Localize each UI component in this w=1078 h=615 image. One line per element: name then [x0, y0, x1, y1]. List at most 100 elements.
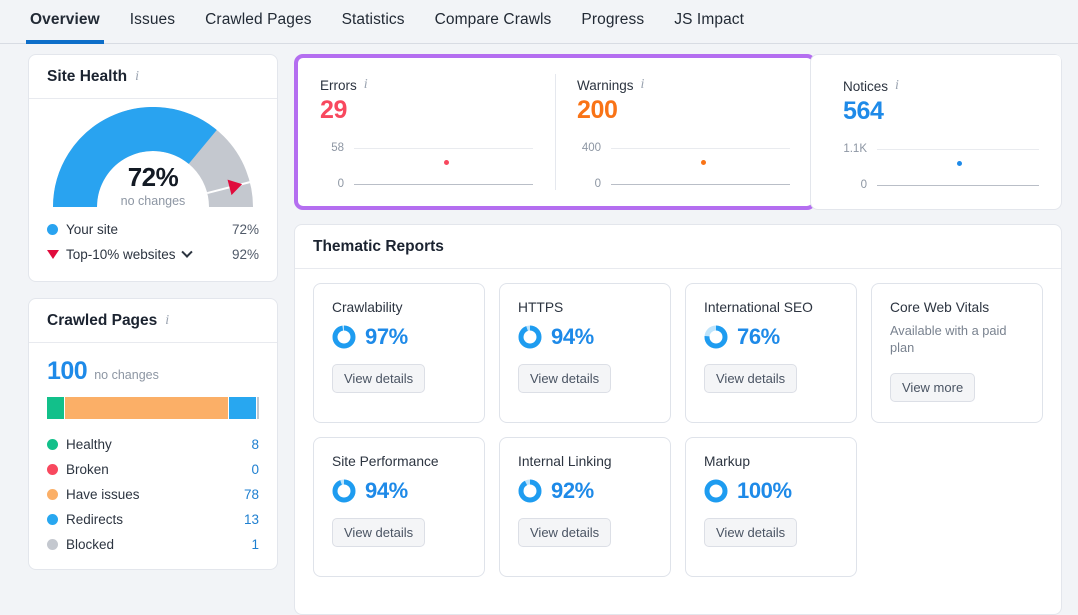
- site-health-legend-value: 92%: [231, 247, 259, 262]
- sparkline-gridline: [877, 184, 1039, 186]
- crawled-pages-legend-label: Healthy: [66, 437, 112, 452]
- donut-ring-icon: [704, 325, 728, 349]
- site-health-legend-label: Top-10% websites: [66, 246, 232, 262]
- crawled-pages-total: 100 no changes: [47, 357, 259, 386]
- thematic-reports-grid: Crawlability 97% View details HTTPS 94% View …: [313, 283, 1043, 577]
- report-card-button[interactable]: View details: [518, 518, 612, 547]
- sparkline-tick-top: 400: [581, 142, 601, 154]
- info-icon[interactable]: i: [165, 313, 169, 329]
- metric-sparkline: 58 0: [320, 139, 533, 190]
- thematic-reports-title: Thematic Reports: [313, 238, 444, 255]
- sparkline-axis-row: 0: [843, 176, 1039, 194]
- sparkline-gap: [843, 158, 1039, 176]
- report-card-note: Available with a paid plan: [890, 323, 1007, 356]
- site-health-legend-row: Top-10% websites 92%: [47, 242, 259, 267]
- report-card-button[interactable]: View details: [332, 364, 426, 393]
- site-health-body: 72% no changes Your site 72% Top-10% websi…: [29, 99, 277, 281]
- crawled-pages-legend-row[interactable]: Redirects 13: [47, 507, 259, 532]
- legend-dot-icon: [47, 489, 58, 500]
- site-health-legend-value: 72%: [231, 222, 259, 237]
- sparkline-axis-row: 0: [577, 175, 790, 193]
- thematic-reports-header: Thematic Reports: [295, 225, 1061, 269]
- info-icon[interactable]: i: [135, 69, 139, 85]
- site-health-legend-row: Your site 72%: [47, 217, 259, 242]
- tab-statistics[interactable]: Statistics: [340, 0, 407, 44]
- sparkline-gridline: [877, 148, 1039, 150]
- thematic-reports-body: Crawlability 97% View details HTTPS 94% View …: [295, 269, 1061, 593]
- crawled-pages-change-note: no changes: [94, 368, 159, 382]
- report-card-percent: 97%: [365, 324, 408, 349]
- report-card-title: International SEO: [704, 300, 813, 315]
- crawled-pages-legend-row[interactable]: Blocked 1: [47, 532, 259, 557]
- crawled-pages-legend-row[interactable]: Have issues 78: [47, 482, 259, 507]
- sparkline-data-point: [443, 160, 449, 165]
- report-card-metric: 97%: [332, 324, 466, 350]
- tab-crawled-pages[interactable]: Crawled Pages: [203, 0, 313, 44]
- site-health-header: Site Health i: [29, 55, 277, 99]
- tab-overview[interactable]: Overview: [26, 0, 104, 44]
- report-card-site-performance[interactable]: Site Performance 94% View details: [313, 437, 485, 577]
- report-card-title: HTTPS: [518, 300, 564, 315]
- sparkline-data-point: [956, 161, 962, 166]
- sparkline-gap: [320, 157, 533, 175]
- notices-card: Notices i 564 1.1K 0: [810, 54, 1062, 210]
- crawled-pages-legend-value: 78: [243, 487, 259, 502]
- report-card-crawlability[interactable]: Crawlability 97% View details: [313, 283, 485, 423]
- report-card-core-web-vitals[interactable]: Core Web Vitals Available with a paid pla…: [871, 283, 1043, 423]
- report-card-international-seo[interactable]: International SEO 76% View details: [685, 283, 857, 423]
- thematic-reports-card: Thematic Reports Crawlability 97% View det…: [294, 224, 1062, 615]
- report-card-internal-linking[interactable]: Internal Linking 92% View details: [499, 437, 671, 577]
- crawled-pages-body: 100 no changes Healthy 8 Broken 0 Have issue…: [29, 343, 277, 569]
- notices-inner: Notices i 564 1.1K 0: [821, 55, 1061, 203]
- sparkline-gridline: [611, 147, 790, 149]
- tab-js-impact[interactable]: JS Impact: [672, 0, 746, 44]
- info-icon[interactable]: i: [895, 79, 899, 94]
- report-card-button[interactable]: View details: [518, 364, 612, 393]
- report-card-button[interactable]: View details: [704, 518, 798, 547]
- sparkline-axis-row: 0: [320, 175, 533, 193]
- donut-ring-icon: [332, 325, 356, 349]
- sparkline-gridline: [611, 183, 790, 185]
- report-card-title: Internal Linking: [518, 454, 612, 469]
- metrics-card: Errors i 29 58 0 Warnings i 200 400 0: [298, 58, 812, 206]
- crawled-pages-bar: [47, 397, 259, 419]
- report-card-metric: 92%: [518, 478, 652, 504]
- info-icon[interactable]: i: [641, 78, 645, 93]
- legend-dot-icon: [47, 539, 58, 550]
- metric-value: 564: [843, 97, 884, 125]
- report-card-https[interactable]: HTTPS 94% View details: [499, 283, 671, 423]
- chevron-down-icon[interactable]: [180, 246, 193, 258]
- crawled-pages-legend-label: Have issues: [66, 487, 140, 502]
- sparkline-gridline: [354, 147, 533, 149]
- report-card-percent: 100%: [737, 478, 792, 503]
- crawled-pages-legend-row[interactable]: Healthy 8: [47, 432, 259, 457]
- report-card-button[interactable]: View details: [332, 518, 426, 547]
- crawled-pages-count: 100: [47, 357, 88, 385]
- site-health-legend-label: Your site: [66, 222, 119, 237]
- metric-label: Errors i: [320, 77, 368, 94]
- metrics-highlight-box: Errors i 29 58 0 Warnings i 200 400 0: [294, 54, 816, 210]
- tab-issues[interactable]: Issues: [128, 0, 177, 44]
- tab-progress[interactable]: Progress: [579, 0, 646, 44]
- main-tab-bar: Overview Issues Crawled Pages Statistics Com…: [0, 0, 1078, 44]
- metrics-strip: Errors i 29 58 0 Warnings i 200 400 0 Notices i 564…: [294, 54, 1062, 210]
- info-icon[interactable]: i: [364, 78, 368, 93]
- crawled-pages-legend-value: 8: [251, 437, 259, 452]
- donut-ring-icon: [518, 325, 542, 349]
- report-card-markup[interactable]: Markup 100% View details: [685, 437, 857, 577]
- report-card-button[interactable]: View details: [704, 364, 798, 393]
- tab-compare-crawls[interactable]: Compare Crawls: [433, 0, 554, 44]
- benchmark-triangle-icon: [47, 250, 59, 259]
- metric-notices: Notices i 564 1.1K 0: [821, 55, 1061, 203]
- crawled-pages-legend: Healthy 8 Broken 0 Have issues 78 Redirects 13 B…: [47, 432, 259, 557]
- report-card-button[interactable]: View more: [890, 372, 976, 402]
- crawled-pages-title: Crawled Pages: [47, 312, 158, 329]
- sparkline-tick-bottom: 0: [594, 178, 601, 190]
- crawled-pages-bar-segment: [228, 397, 256, 419]
- page-body: Site Health i 72% no changes Your site 7…: [0, 44, 1078, 615]
- legend-dot-icon: [47, 439, 58, 450]
- left-column: Site Health i 72% no changes Your site 7…: [28, 54, 278, 615]
- sparkline-axis-row: 58: [320, 139, 533, 157]
- crawled-pages-legend-row[interactable]: Broken 0: [47, 457, 259, 482]
- report-card-title: Crawlability: [332, 300, 403, 315]
